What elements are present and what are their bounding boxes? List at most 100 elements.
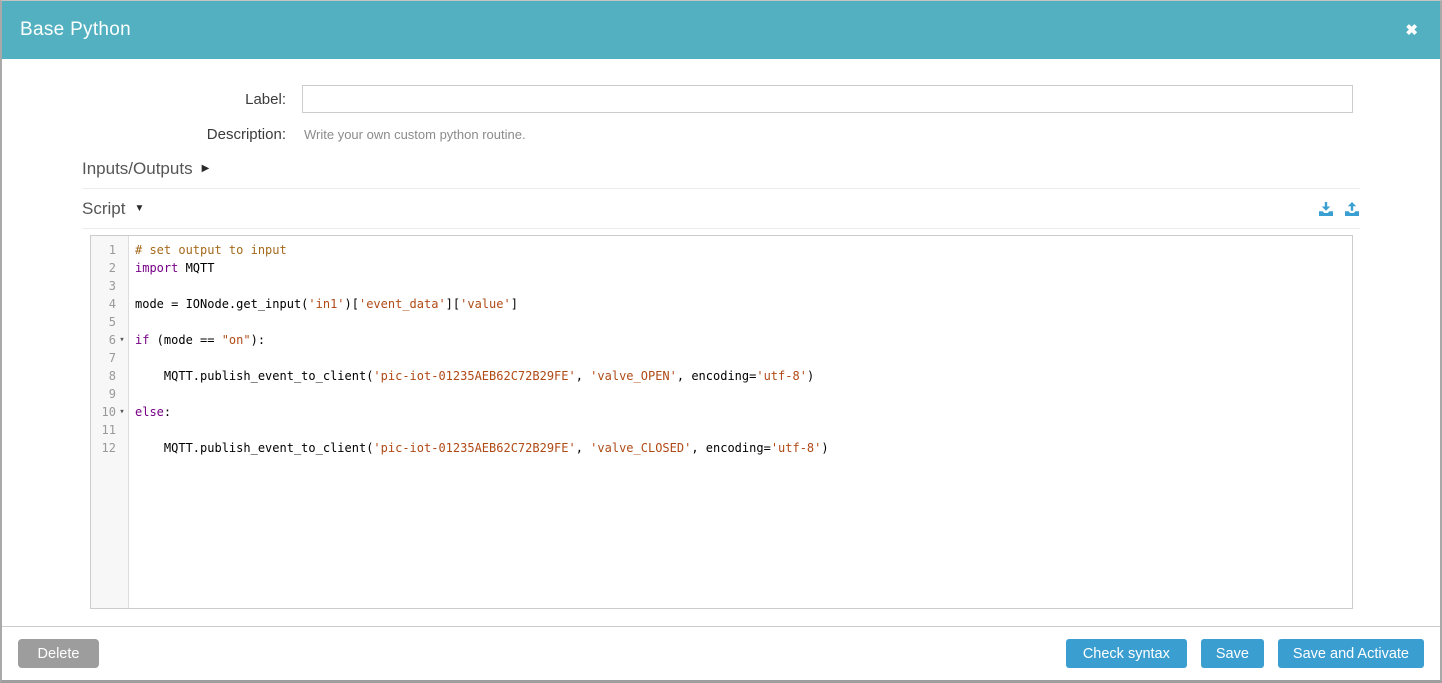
fold-gutter-spacer (116, 295, 128, 313)
chevron-down-icon: ▼ (134, 204, 144, 214)
gutter-line: 12 (91, 439, 128, 457)
inputs-outputs-section-header[interactable]: Inputs/Outputs ▶ (82, 159, 1360, 189)
gutter-line: 11 (91, 421, 128, 439)
line-number: 10 (102, 403, 116, 421)
fold-gutter-spacer (116, 349, 128, 367)
save-button[interactable]: Save (1201, 639, 1264, 668)
code-token-plain: ) (807, 369, 814, 383)
gutter-line: 7 (91, 349, 128, 367)
dialog-title: Base Python (20, 19, 131, 41)
code-token-plain: ] (511, 297, 518, 311)
code-line[interactable]: MQTT.publish_event_to_client('pic-iot-01… (135, 367, 1352, 385)
gutter-line: 2 (91, 259, 128, 277)
fold-gutter-spacer (116, 241, 128, 259)
script-section-header[interactable]: Script ▼ (82, 199, 1360, 229)
editor-code[interactable]: # set output to input import MQTT mode = I… (129, 236, 1352, 608)
code-token-string: 'pic-iot-01235AEB62C72B29FE' (373, 369, 575, 383)
code-token-keyword: import (135, 261, 178, 275)
code-token-plain: : (164, 405, 171, 419)
code-token-string: 'utf-8' (756, 369, 807, 383)
code-token-plain: , encoding= (677, 369, 756, 383)
dialog-footer: Delete Check syntax Save Save and Activa… (2, 626, 1440, 680)
code-token-string: "on" (222, 333, 251, 347)
code-token-plain: )[ (345, 297, 359, 311)
base-python-dialog: { "header": { "title": "Base Python", "c… (0, 0, 1442, 683)
code-token-string: 'in1' (308, 297, 344, 311)
fold-gutter-spacer (116, 439, 128, 457)
code-token-keyword: else (135, 405, 164, 419)
fold-gutter-spacer (116, 421, 128, 439)
label-input[interactable] (302, 85, 1353, 113)
gutter-line: 1 (91, 241, 128, 259)
code-token-string: 'valve_OPEN' (590, 369, 677, 383)
label-field-row: Label: (2, 85, 1353, 113)
line-number: 1 (109, 241, 116, 259)
fold-gutter-spacer (116, 385, 128, 403)
line-number: 7 (109, 349, 116, 367)
code-token-plain: mode = IONode.get_input( (135, 297, 308, 311)
delete-button[interactable]: Delete (18, 639, 99, 668)
code-token-string: 'valve_CLOSED' (590, 441, 691, 455)
line-number: 5 (109, 313, 116, 331)
code-line[interactable] (135, 313, 1352, 331)
code-token-plain: MQTT.publish_event_to_client( (135, 441, 373, 455)
line-number: 6 (109, 331, 116, 349)
code-token-comment: # set output to input (135, 243, 287, 257)
fold-gutter-spacer (116, 367, 128, 385)
fold-gutter-spacer (116, 313, 128, 331)
gutter-line: 3 (91, 277, 128, 295)
script-toolbar (1318, 201, 1360, 217)
fold-gutter-spacer (116, 277, 128, 295)
script-label: Script (82, 199, 125, 219)
line-number: 2 (109, 259, 116, 277)
code-line[interactable]: # set output to input (135, 241, 1352, 259)
code-line[interactable]: if (mode == "on"): (135, 331, 1352, 349)
code-line[interactable]: MQTT.publish_event_to_client('pic-iot-01… (135, 439, 1352, 457)
code-line[interactable] (135, 421, 1352, 439)
fold-arrow-icon[interactable]: ▾ (116, 331, 128, 349)
line-number: 8 (109, 367, 116, 385)
line-number: 3 (109, 277, 116, 295)
download-script-icon[interactable] (1318, 201, 1334, 217)
description-text: Write your own custom python routine. (302, 127, 526, 142)
gutter-line: 10▾ (91, 403, 128, 421)
code-token-plain: ) (821, 441, 828, 455)
gutter-line: 6▾ (91, 331, 128, 349)
line-number: 12 (102, 439, 116, 457)
code-token-string: 'value' (460, 297, 511, 311)
code-line[interactable]: else: (135, 403, 1352, 421)
save-and-activate-button[interactable]: Save and Activate (1278, 639, 1424, 668)
collapsible-sections: Inputs/Outputs ▶ Script ▼ (82, 159, 1360, 229)
upload-script-icon[interactable] (1344, 201, 1360, 217)
code-token-plain: ][ (446, 297, 460, 311)
description-row: Description: Write your own custom pytho… (2, 125, 1353, 143)
footer-action-group: Check syntax Save Save and Activate (1066, 639, 1424, 668)
code-line[interactable] (135, 349, 1352, 367)
code-token-plain: , (576, 369, 590, 383)
code-token-keyword: if (135, 333, 149, 347)
check-syntax-button[interactable]: Check syntax (1066, 639, 1187, 668)
code-token-plain: , encoding= (691, 441, 770, 455)
description-label: Description: (2, 126, 302, 143)
code-line[interactable] (135, 385, 1352, 403)
fold-arrow-icon[interactable]: ▾ (116, 403, 128, 421)
code-token-string: 'utf-8' (771, 441, 822, 455)
code-line[interactable]: mode = IONode.get_input('in1')['event_da… (135, 295, 1352, 313)
code-line[interactable] (135, 277, 1352, 295)
code-token-string: 'event_data' (359, 297, 446, 311)
close-icon[interactable]: ✖ (1401, 19, 1422, 42)
code-line[interactable]: import MQTT (135, 259, 1352, 277)
label-field-label: Label: (2, 91, 302, 108)
editor-gutter: 123456▾78910▾1112 (91, 236, 129, 608)
code-token-plain: MQTT.publish_event_to_client( (135, 369, 373, 383)
gutter-line: 5 (91, 313, 128, 331)
code-token-plain: ): (251, 333, 265, 347)
code-editor[interactable]: 123456▾78910▾1112 # set output to inputi… (90, 235, 1353, 609)
inputs-outputs-label: Inputs/Outputs (82, 159, 193, 179)
line-number: 11 (102, 421, 116, 439)
code-token-string: 'pic-iot-01235AEB62C72B29FE' (373, 441, 575, 455)
code-token-plain: (mode == (149, 333, 221, 347)
dialog-header: Base Python ✖ (2, 1, 1440, 59)
gutter-line: 9 (91, 385, 128, 403)
line-number: 4 (109, 295, 116, 313)
